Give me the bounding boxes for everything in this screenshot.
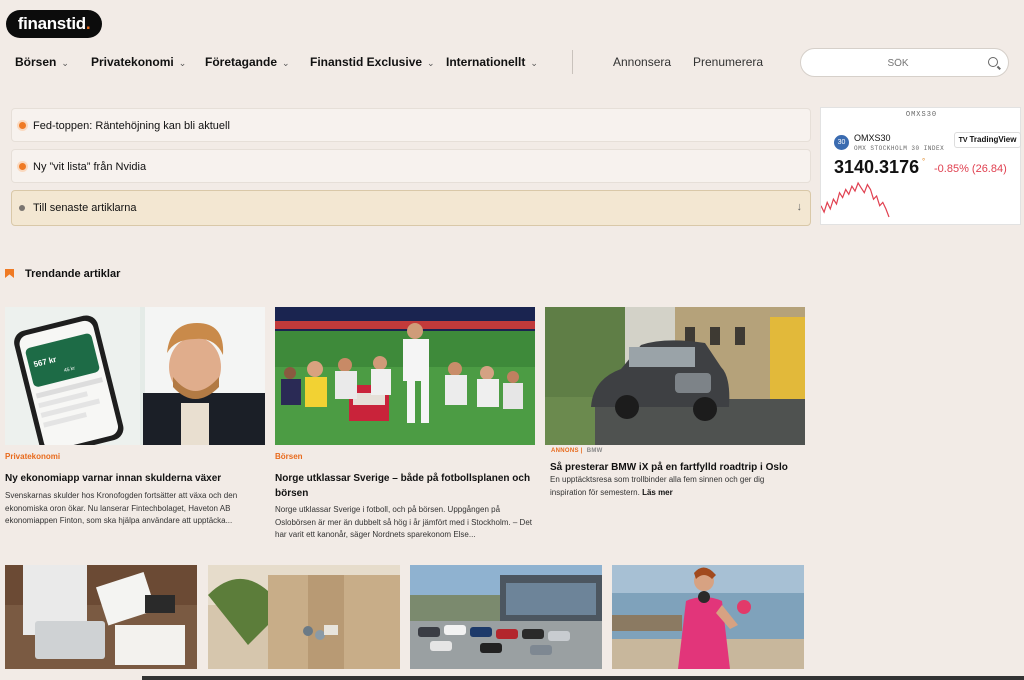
article-thumbnail[interactable] — [612, 565, 804, 669]
finanstid-logo[interactable]: finanstid. — [6, 10, 102, 38]
nav-label: Företagande — [205, 55, 278, 69]
provider-label: TradingView — [969, 135, 1017, 144]
ad-label: ANNONS | BMW — [551, 448, 603, 454]
article-thumbnail[interactable] — [5, 565, 197, 669]
headline-item[interactable]: Fed-toppen: Räntehöjning kan bli aktuell — [11, 108, 811, 142]
prenumerera-link[interactable]: Prenumerera — [693, 55, 763, 69]
chevron-down-icon: ⌄ — [427, 58, 435, 68]
article-title[interactable]: Norge utklassar Sverige – både på fotbol… — [275, 471, 533, 501]
index-change: -0.85% (26.84) — [934, 163, 1007, 175]
nav-item-borsen[interactable]: Börsen ⌄ — [15, 55, 69, 69]
nav-label: Finanstid Exclusive — [310, 55, 423, 69]
article-thumbnail[interactable] — [208, 565, 400, 669]
market-closed-icon: ° — [922, 157, 926, 166]
article-image-football[interactable] — [275, 307, 535, 445]
nav-label: Internationellt — [446, 55, 526, 69]
search-input[interactable] — [813, 54, 983, 72]
tradingview-icon: ΤV — [958, 137, 970, 144]
arrow-down-icon: ↓ — [796, 201, 803, 213]
search-icon[interactable] — [988, 57, 998, 67]
search-box[interactable] — [800, 48, 1009, 77]
read-more-link[interactable]: Läs mer — [642, 488, 673, 497]
article-excerpt: Norge utklassar Sverige i fotboll, och p… — [275, 505, 533, 539]
headline-text: Fed-toppen: Räntehöjning kan bli aktuell — [33, 120, 230, 132]
chevron-down-icon: ⌄ — [61, 58, 69, 68]
nav-item-finanstid-exclusive[interactable]: Finanstid Exclusive ⌄ — [310, 55, 435, 69]
article-image-bmw[interactable] — [545, 307, 805, 445]
nav-label: Börsen — [15, 55, 57, 69]
latest-articles-link[interactable]: Till senaste artiklarna ↓ — [11, 190, 811, 226]
logo-dot: . — [85, 14, 91, 33]
index-badge: 30 — [834, 135, 849, 150]
annonsera-link[interactable]: Annonsera — [613, 55, 671, 69]
omxs30-widget[interactable]: OMXS30 30 OMXS30 OMX STOCKHOLM 30 INDEX … — [820, 107, 1021, 225]
sparkline-line — [821, 181, 890, 218]
horizontal-scrollbar[interactable] — [142, 676, 1024, 680]
live-dot-icon — [19, 163, 26, 170]
dot-icon — [19, 205, 25, 211]
live-dot-icon — [19, 122, 26, 129]
index-price: 3140.3176 — [834, 157, 920, 177]
article-excerpt: En upptäcktsresa som trollbinder alla fe… — [550, 474, 800, 499]
nav-item-foretagande[interactable]: Företagande ⌄ — [205, 55, 290, 69]
latest-text: Till senaste artiklarna — [33, 202, 137, 214]
trending-label: Trendande artiklar — [25, 268, 121, 280]
nav-label: Privatekonomi — [91, 55, 174, 69]
logo-text: finanstid — [17, 14, 86, 33]
article-category[interactable]: Privatekonomi — [5, 452, 60, 461]
trending-flag-icon — [5, 269, 14, 278]
ad-brand: BMW — [586, 448, 603, 454]
sparkline-chart — [821, 181, 890, 218]
chevron-down-icon: ⌄ — [282, 58, 290, 68]
widget-title: OMXS30 — [905, 111, 938, 119]
headline-text: Ny ”vit lista” från Nvidia — [33, 161, 147, 173]
index-subtitle: OMX STOCKHOLM 30 INDEX — [854, 145, 945, 152]
nav-item-privatekonomi[interactable]: Privatekonomi ⌄ — [91, 55, 186, 69]
article-thumbnail[interactable] — [410, 565, 602, 669]
article-title[interactable]: Så presterar BMW iX på en fartfylld road… — [550, 460, 808, 475]
nav-divider — [572, 50, 573, 74]
index-symbol: OMXS30 — [854, 133, 891, 143]
article-image-finance-app[interactable]: 567 kr 45 kr — [5, 307, 265, 445]
headline-item[interactable]: Ny ”vit lista” från Nvidia — [11, 149, 811, 183]
nav-item-internationellt[interactable]: Internationellt ⌄ — [446, 55, 538, 69]
article-title[interactable]: Ny ekonomiapp varnar innan skulderna väx… — [5, 471, 263, 486]
article-excerpt: Svenskarnas skulder hos Kronofogden fort… — [5, 491, 238, 525]
chevron-down-icon: ⌄ — [530, 58, 538, 68]
ad-tag-text: ANNONS — [551, 448, 579, 454]
article-category[interactable]: Börsen — [275, 452, 303, 461]
tradingview-logo[interactable]: ΤV TradingView — [954, 132, 1021, 148]
chevron-down-icon: ⌄ — [178, 58, 187, 68]
